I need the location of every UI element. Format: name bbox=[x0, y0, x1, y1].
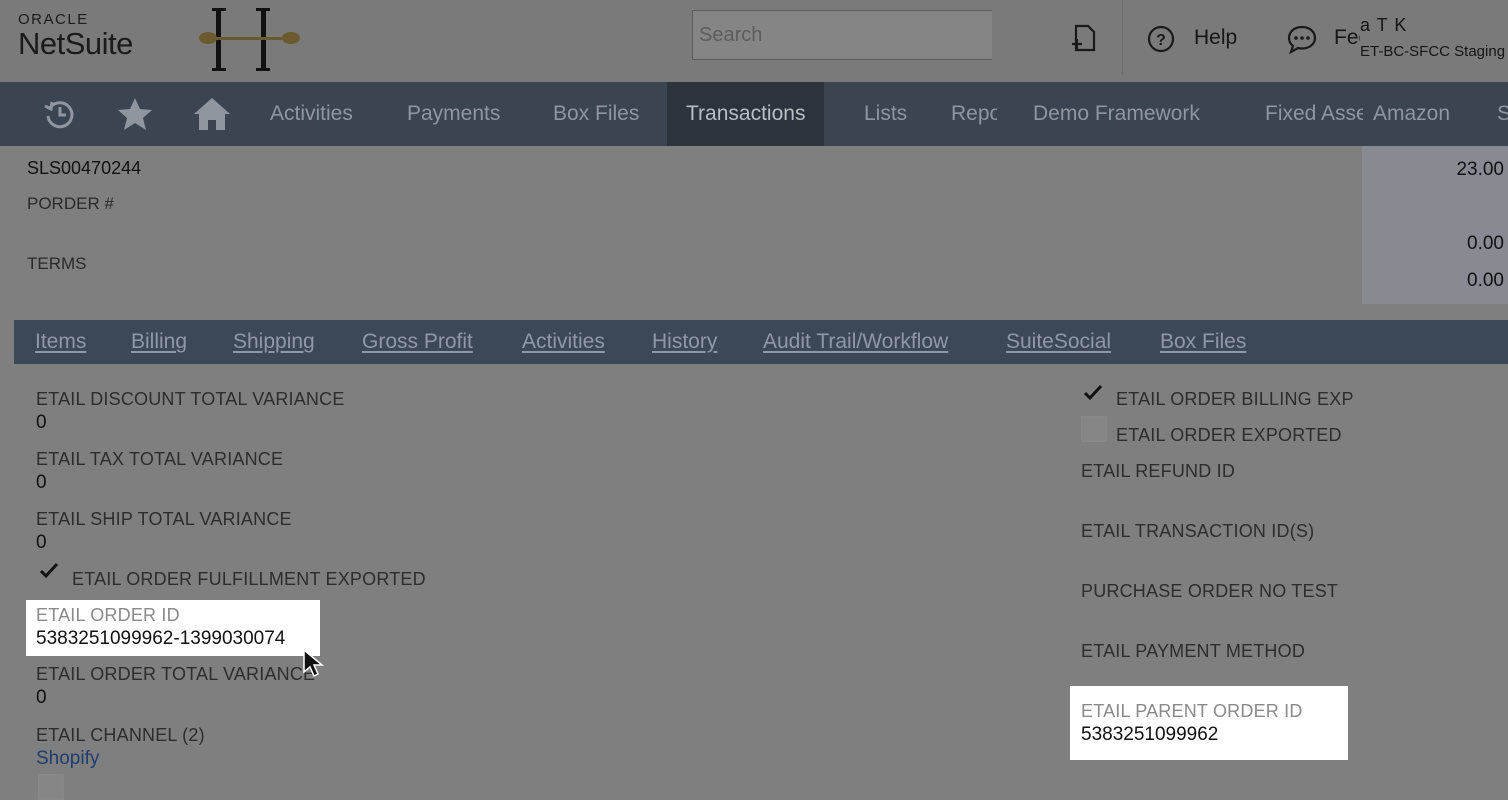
parent-order-id-label: ETAIL PARENT ORDER ID bbox=[1081, 701, 1303, 721]
order-id-label: ETAIL ORDER ID bbox=[36, 605, 180, 625]
favorites-star-icon[interactable] bbox=[116, 96, 154, 132]
subtab-gross-profit[interactable]: Gross Profit bbox=[362, 320, 473, 364]
subtab-suitesocial[interactable]: SuiteSocial bbox=[1006, 320, 1111, 364]
nav-reports[interactable]: Reports bbox=[951, 82, 997, 146]
ship-variance-value: 0 bbox=[36, 532, 47, 553]
total-value-2: 0.00 bbox=[1467, 233, 1504, 254]
subtab-history[interactable]: History bbox=[652, 320, 717, 364]
nav-demo-framework[interactable]: Demo Framework bbox=[1033, 82, 1200, 146]
svg-text:?: ? bbox=[1156, 32, 1166, 49]
order-number-value: SLS00470244 bbox=[27, 158, 142, 178]
channel-value-link[interactable]: Shopify bbox=[36, 748, 99, 770]
parent-order-id-highlight: ETAIL PARENT ORDER ID 5383251099962 bbox=[1070, 686, 1348, 760]
po-no-test-label: PURCHASE ORDER NO TEST bbox=[1081, 581, 1339, 601]
help-link[interactable]: Help bbox=[1194, 26, 1237, 50]
tax-variance-value: 0 bbox=[36, 472, 47, 493]
user-role[interactable]: ET-BC-SFCC Staging bbox=[1360, 43, 1505, 60]
nav-transactions[interactable]: Transactions bbox=[667, 82, 825, 146]
nav-overflow[interactable]: S bbox=[1497, 82, 1508, 146]
global-search-input[interactable] bbox=[692, 10, 992, 60]
billing-exported-checkbox[interactable] bbox=[1082, 382, 1104, 404]
discount-variance-label: ETAIL DISCOUNT TOTAL VARIANCE bbox=[36, 389, 345, 409]
parent-order-id-value: 5383251099962 bbox=[1081, 724, 1219, 745]
fulfillment-exported-checkbox[interactable] bbox=[38, 560, 60, 582]
order-total-variance-label: ETAIL ORDER TOTAL VARIANCE bbox=[36, 664, 316, 684]
tax-variance-label: ETAIL TAX TOTAL VARIANCE bbox=[36, 449, 284, 469]
netsuite-logo[interactable]: ORACLE NetSuite bbox=[18, 12, 133, 61]
order-id-highlight: ETAIL ORDER ID 5383251099962-1399030074 bbox=[26, 600, 320, 656]
feedback-link[interactable]: Feedback bbox=[1334, 26, 1360, 50]
header-bar: ORACLE NetSuite ? Help Feedback a T K ET… bbox=[0, 0, 1508, 82]
refund-id-label: ETAIL REFUND ID bbox=[1081, 461, 1236, 481]
total-value-1: 23.00 bbox=[1456, 159, 1504, 180]
main-nav-bar: Activities Payments Box Files Transactio… bbox=[0, 82, 1508, 146]
discount-variance-value: 0 bbox=[36, 412, 47, 433]
subtab-shipping[interactable]: Shipping bbox=[233, 320, 315, 364]
subtab-items[interactable]: Items bbox=[35, 320, 86, 364]
billing-exported-label: ETAIL ORDER BILLING EXP bbox=[1116, 389, 1354, 409]
logo-netsuite-text: NetSuite bbox=[18, 26, 133, 61]
home-icon[interactable] bbox=[192, 96, 232, 132]
header-divider bbox=[1122, 0, 1123, 75]
cancelled-order-exported-checkbox[interactable] bbox=[38, 774, 64, 800]
transaction-ids-label: ETAIL TRANSACTION ID(S) bbox=[1081, 521, 1315, 541]
mouse-cursor-icon bbox=[303, 648, 325, 678]
logo-oracle-text: ORACLE bbox=[18, 11, 89, 28]
total-value-3: 0.00 bbox=[1467, 270, 1504, 291]
record-subtabs: Items Billing Shipping Gross Profit Acti… bbox=[14, 320, 1508, 364]
subtab-activities[interactable]: Activities bbox=[522, 320, 605, 364]
terms-label: TERMS bbox=[27, 254, 87, 273]
nav-fixed-assets[interactable]: Fixed Assets bbox=[1265, 82, 1363, 146]
porder-label: PORDER # bbox=[27, 194, 114, 213]
company-brand-icon bbox=[199, 8, 300, 71]
feedback-icon[interactable] bbox=[1286, 24, 1318, 54]
channel-label: ETAIL CHANNEL (2) bbox=[36, 725, 205, 745]
recent-records-icon[interactable] bbox=[1068, 22, 1098, 54]
nav-lists[interactable]: Lists bbox=[864, 82, 907, 146]
order-exported-checkbox[interactable] bbox=[1081, 416, 1107, 442]
nav-activities[interactable]: Activities bbox=[270, 82, 353, 146]
nav-payments[interactable]: Payments bbox=[407, 82, 500, 146]
nav-amazon[interactable]: Amazon bbox=[1373, 82, 1450, 146]
user-name[interactable]: a T K bbox=[1360, 15, 1407, 36]
payment-method-label: ETAIL PAYMENT METHOD bbox=[1081, 641, 1306, 661]
help-icon[interactable]: ? bbox=[1146, 24, 1176, 54]
subtab-audit-trail[interactable]: Audit Trail/Workflow bbox=[763, 320, 948, 364]
fulfillment-exported-label: ETAIL ORDER FULFILLMENT EXPORTED bbox=[72, 569, 426, 589]
nav-box-files[interactable]: Box Files bbox=[553, 82, 639, 146]
recent-history-icon[interactable] bbox=[42, 96, 78, 132]
order-id-value: 5383251099962-1399030074 bbox=[36, 628, 286, 649]
order-exported-label: ETAIL ORDER EXPORTED bbox=[1116, 425, 1342, 445]
order-total-variance-value: 0 bbox=[36, 687, 47, 708]
subtab-billing[interactable]: Billing bbox=[131, 320, 187, 364]
totals-summary-box: 23.00 0.00 0.00 bbox=[1362, 146, 1508, 304]
subtab-box-files[interactable]: Box Files bbox=[1160, 320, 1246, 364]
ship-variance-label: ETAIL SHIP TOTAL VARIANCE bbox=[36, 509, 292, 529]
